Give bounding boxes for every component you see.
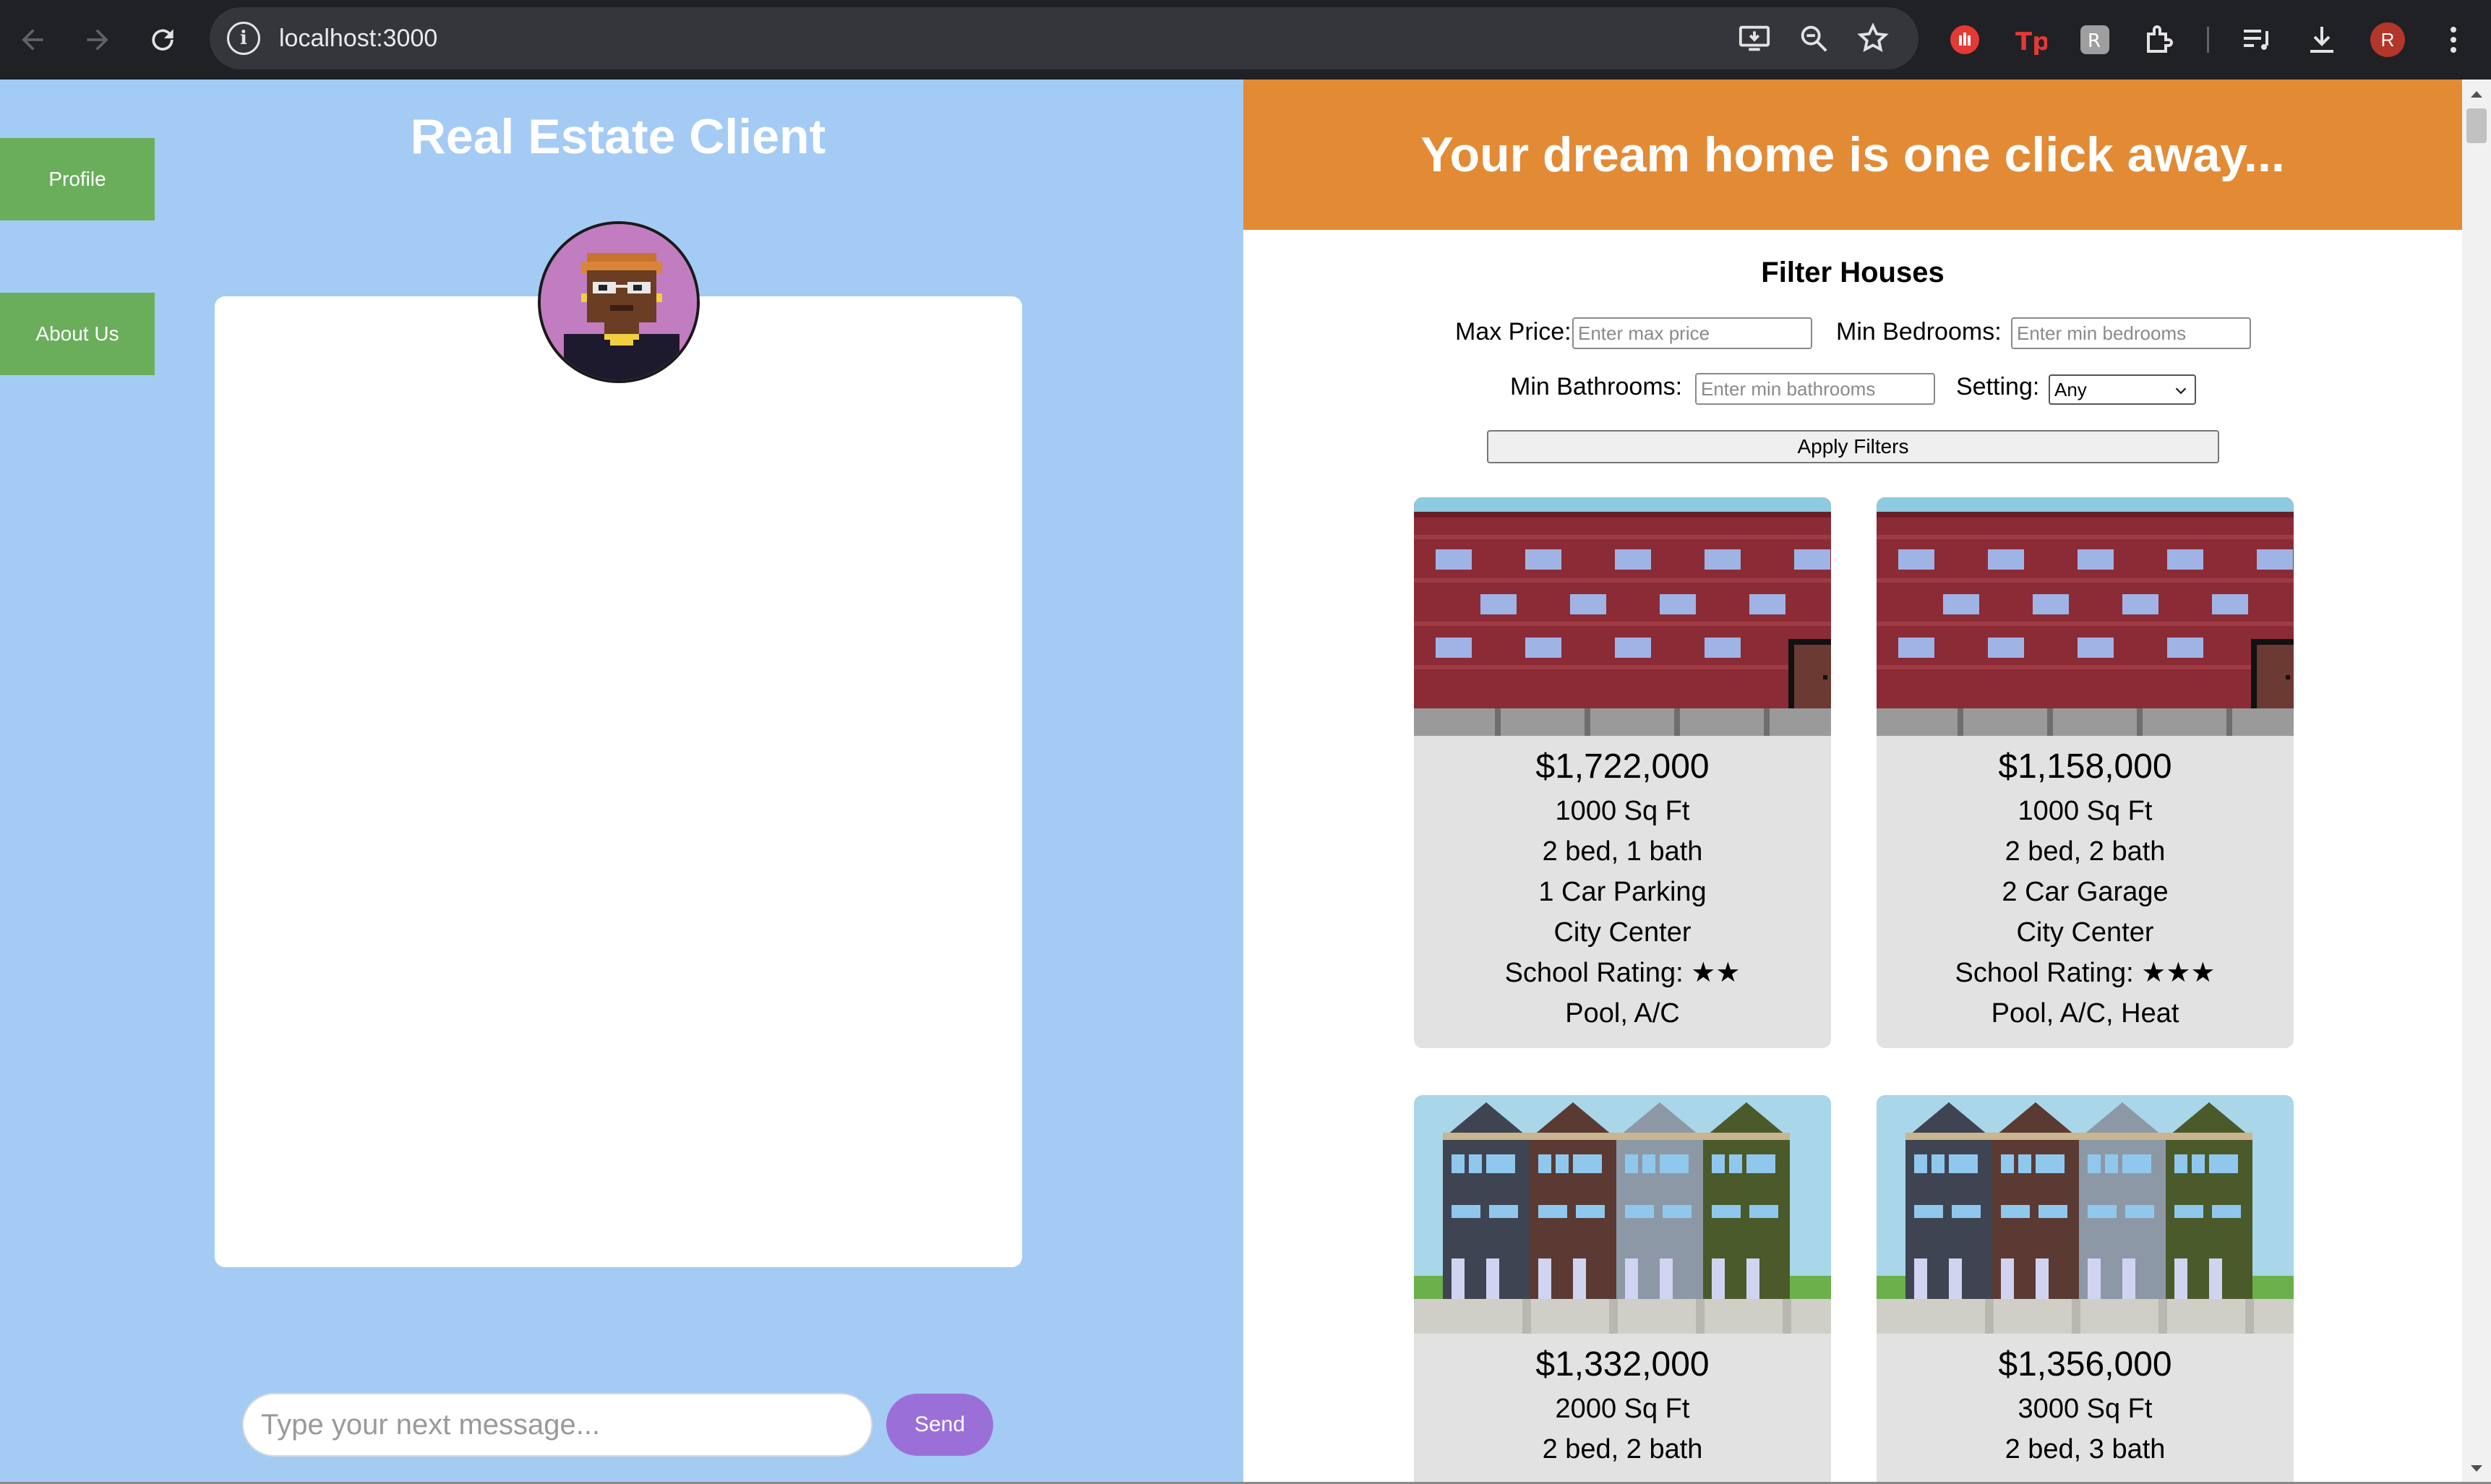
house-image-brick-apartment xyxy=(1414,497,1831,736)
house-image-brick-apartment xyxy=(1877,497,2294,736)
url-text[interactable]: localhost:3000 xyxy=(279,25,437,53)
message-input[interactable] xyxy=(242,1393,873,1457)
reading-list-icon[interactable] xyxy=(2239,0,2274,80)
extension-tp-icon[interactable]: Tp xyxy=(2012,0,2047,80)
house-sqft: 1000 Sq Ft xyxy=(1555,796,1690,826)
extensions-puzzle-icon[interactable] xyxy=(2143,0,2177,80)
extension-stop-icon[interactable] xyxy=(1947,0,1982,80)
back-arrow-icon xyxy=(22,29,43,51)
house-school-rating: School Rating: ★★ xyxy=(1504,958,1741,988)
house-school-rating: School Rating: ★★★ xyxy=(1955,958,2216,988)
bookmark-star-icon[interactable] xyxy=(1856,22,1890,55)
svg-text:R: R xyxy=(2088,30,2101,52)
address-bar[interactable]: i localhost:3000 xyxy=(210,7,1918,69)
house-sqft: 3000 Sq Ft xyxy=(2018,1394,2153,1424)
house-image-townhouses xyxy=(1877,1095,2294,1334)
min-bedrooms-label: Min Bedrooms: xyxy=(1836,318,2002,346)
forward-arrow-icon xyxy=(87,29,108,51)
profile-initial: R xyxy=(2370,22,2405,57)
setting-label: Setting: xyxy=(1956,373,2040,400)
apply-filters-button[interactable]: Apply Filters xyxy=(1487,430,2219,463)
house-image-townhouses xyxy=(1414,1095,1831,1334)
house-setting: City Center xyxy=(2016,917,2154,948)
reload-button[interactable] xyxy=(130,0,195,80)
house-amenities: Pool, A/C, Heat xyxy=(1991,998,2179,1029)
min-bathrooms-label: Min Bathrooms: xyxy=(1510,373,1683,400)
house-setting: City Center xyxy=(1553,917,1692,948)
scrollbar-thumb[interactable] xyxy=(2466,108,2487,143)
scroll-down-icon[interactable] xyxy=(2469,1463,2484,1475)
house-parking: 2 Car Garage xyxy=(2002,877,2169,907)
house-details: $1,722,000 1000 Sq Ft 2 bed, 1 bath 1 Ca… xyxy=(1414,736,1831,1034)
house-bed-bath: 2 bed, 2 bath xyxy=(1542,1434,1703,1464)
house-details: $1,356,000 3000 Sq Ft 2 bed, 3 bath xyxy=(1877,1334,2294,1470)
max-price-input[interactable] xyxy=(1572,317,1812,349)
app-title: Real Estate Client xyxy=(410,109,826,164)
listings-panel: Your dream home is one click away... Fil… xyxy=(1243,80,2462,1484)
about-us-button[interactable]: About Us xyxy=(0,293,155,375)
house-sqft: 1000 Sq Ft xyxy=(2018,796,2153,826)
site-info-icon[interactable]: i xyxy=(227,22,260,55)
address-bar-actions xyxy=(1738,7,1890,69)
house-bed-bath: 2 bed, 2 bath xyxy=(2005,836,2166,867)
browser-menu-icon[interactable] xyxy=(2436,0,2471,80)
reload-icon xyxy=(152,29,173,51)
min-bathrooms-input[interactable] xyxy=(1695,373,1935,405)
house-card[interactable]: $1,722,000 1000 Sq Ft 2 bed, 1 bath 1 Ca… xyxy=(1414,497,1831,1048)
house-price: $1,332,000 xyxy=(1535,1345,1710,1384)
scroll-up-icon[interactable] xyxy=(2469,88,2484,100)
toolbar-divider xyxy=(2206,0,2209,80)
house-price: $1,356,000 xyxy=(1998,1345,2172,1384)
setting-select-value: Any xyxy=(2054,378,2087,400)
extension-r-icon[interactable]: R xyxy=(2078,0,2112,80)
setting-select[interactable]: Any xyxy=(2049,374,2196,405)
profile-avatar[interactable]: R xyxy=(2370,0,2406,80)
chat-panel: Real Estate Client Profile About Us Send xyxy=(0,80,1243,1484)
house-bed-bath: 2 bed, 1 bath xyxy=(1542,836,1703,867)
filter-title: Filter Houses xyxy=(1761,257,1945,288)
house-details: $1,332,000 2000 Sq Ft 2 bed, 2 bath xyxy=(1414,1334,1831,1470)
page-scrollbar[interactable] xyxy=(2462,80,2491,1484)
house-card[interactable]: $1,158,000 1000 Sq Ft 2 bed, 2 bath 2 Ca… xyxy=(1877,497,2294,1048)
min-bedrooms-input[interactable] xyxy=(2011,317,2251,349)
profile-button[interactable]: Profile xyxy=(0,138,155,220)
install-app-icon[interactable] xyxy=(1738,22,1771,55)
svg-text:Tp: Tp xyxy=(2015,27,2047,56)
hero-banner: Your dream home is one click away... xyxy=(1243,80,2462,230)
chevron-down-icon xyxy=(2175,387,2187,395)
client-avatar xyxy=(538,221,700,383)
house-details: $1,158,000 1000 Sq Ft 2 bed, 2 bath 2 Ca… xyxy=(1877,736,2294,1034)
forward-button[interactable] xyxy=(65,0,130,80)
house-price: $1,158,000 xyxy=(1998,747,2172,786)
chat-messages-area[interactable] xyxy=(215,296,1022,1267)
browser-toolbar: i localhost:3000 Tp R R xyxy=(0,0,2491,80)
download-icon[interactable] xyxy=(2305,0,2339,80)
zoom-icon[interactable] xyxy=(1797,22,1830,55)
back-button[interactable] xyxy=(0,0,65,80)
max-price-label: Max Price: xyxy=(1455,318,1572,346)
house-card[interactable]: $1,332,000 2000 Sq Ft 2 bed, 2 bath xyxy=(1414,1095,1831,1484)
house-sqft: 2000 Sq Ft xyxy=(1555,1394,1690,1424)
house-parking: 1 Car Parking xyxy=(1538,877,1707,907)
house-card[interactable]: $1,356,000 3000 Sq Ft 2 bed, 3 bath xyxy=(1877,1095,2294,1484)
house-bed-bath: 2 bed, 3 bath xyxy=(2005,1434,2166,1464)
send-button[interactable]: Send xyxy=(886,1394,993,1456)
house-amenities: Pool, A/C xyxy=(1565,998,1680,1029)
house-price: $1,722,000 xyxy=(1535,747,1710,786)
